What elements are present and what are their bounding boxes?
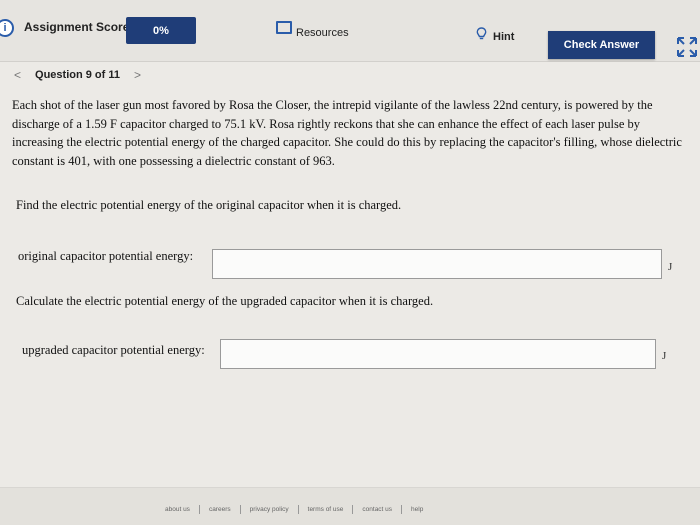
question-navigation: < Question 9 of 11 >	[14, 68, 141, 82]
footer-link-about[interactable]: about us	[156, 505, 200, 514]
original-energy-input[interactable]	[212, 249, 662, 279]
footer-links: about us careers privacy policy terms of…	[156, 505, 432, 514]
resources-icon	[276, 21, 292, 34]
assignment-score-label: Assignment Score:	[24, 20, 134, 34]
question-counter: Question 9 of 11	[35, 69, 120, 81]
lightbulb-icon	[476, 27, 487, 40]
prompt-upgraded-energy: Calculate the electric potential energy …	[16, 294, 434, 308]
resources-label: Resources	[296, 26, 349, 39]
assignment-score-value: 0%	[126, 17, 196, 44]
footer-link-careers[interactable]: careers	[200, 505, 241, 514]
footer-link-help[interactable]: help	[402, 505, 432, 514]
unit-joules-upgraded: J	[662, 350, 667, 362]
prompt-original-energy: Find the electric potential energy of th…	[16, 198, 402, 212]
question-text: Each shot of the laser gun most favored …	[12, 98, 682, 168]
answer-label-original: original capacitor potential energy:	[18, 249, 194, 263]
next-question-button[interactable]: >	[134, 68, 141, 82]
unit-joules-original: J	[668, 261, 673, 273]
upgraded-energy-input[interactable]	[220, 339, 656, 369]
check-answer-button[interactable]: Check Answer	[548, 31, 655, 59]
hint-label: Hint	[493, 31, 515, 43]
answer-label-upgraded: upgraded capacitor potential energy:	[22, 343, 205, 357]
expand-icon[interactable]	[676, 36, 698, 58]
hint-button[interactable]: Hint	[476, 27, 515, 44]
resources-button[interactable]: Resources	[276, 21, 349, 39]
footer-link-terms[interactable]: terms of use	[299, 505, 354, 514]
footer-link-contact[interactable]: contact us	[353, 505, 403, 514]
previous-question-button[interactable]: <	[14, 68, 21, 82]
footer-link-privacy[interactable]: privacy policy	[241, 505, 299, 514]
